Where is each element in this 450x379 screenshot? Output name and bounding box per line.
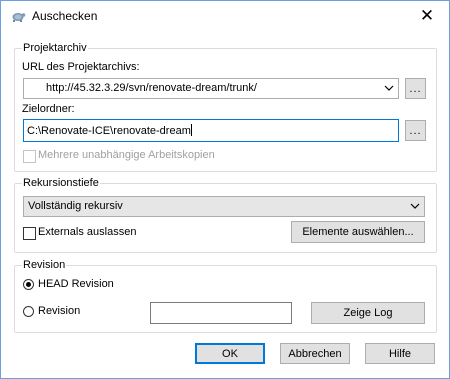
target-browse-label: ... bbox=[409, 124, 422, 137]
help-button[interactable]: Hilfe bbox=[365, 343, 435, 364]
chevron-down-icon[interactable] bbox=[383, 82, 395, 94]
close-icon: ✕ bbox=[419, 6, 435, 25]
chevron-down-icon[interactable] bbox=[409, 200, 421, 212]
depth-value: Vollständig rekursiv bbox=[28, 200, 123, 212]
revision-number-input[interactable] bbox=[150, 302, 292, 324]
target-folder-value: C:\Renovate-ICE\renovate-dream bbox=[27, 124, 192, 137]
target-browse-button[interactable]: ... bbox=[405, 120, 426, 141]
url-browse-button[interactable]: ... bbox=[405, 78, 426, 99]
show-log-label: Zeige Log bbox=[343, 307, 393, 319]
revision-group-label: Revision bbox=[22, 259, 67, 271]
url-label: URL des Projektarchivs: bbox=[22, 61, 140, 73]
help-label: Hilfe bbox=[388, 347, 411, 360]
revision-label: Revision bbox=[38, 305, 81, 317]
window-title: Auschecken bbox=[32, 9, 98, 23]
target-folder-label: Zielordner: bbox=[22, 103, 75, 115]
url-value: http://45.32.3.29/svn/renovate-dream/tru… bbox=[46, 82, 257, 94]
radio-selected-dot bbox=[26, 282, 31, 287]
choose-items-button[interactable]: Elemente auswählen... bbox=[291, 221, 425, 243]
show-log-button[interactable]: Zeige Log bbox=[311, 302, 425, 324]
text-caret bbox=[190, 124, 192, 136]
head-revision-radio[interactable] bbox=[23, 279, 34, 290]
url-combobox[interactable]: http://45.32.3.29/svn/renovate-dream/tru… bbox=[23, 78, 399, 99]
repository-group-label: Projektarchiv bbox=[22, 42, 88, 54]
title-bar: Auschecken ✕ bbox=[1, 1, 449, 31]
recursion-group-label: Rekursionstiefe bbox=[22, 177, 100, 189]
tortoisesvn-turtle-icon bbox=[12, 13, 26, 22]
close-button[interactable]: ✕ bbox=[405, 1, 449, 31]
omit-externals-checkbox[interactable] bbox=[23, 227, 36, 240]
checkout-dialog: Auschecken ✕ Projektarchiv URL des Proje… bbox=[0, 0, 450, 379]
target-folder-text: C:\Renovate-ICE\renovate-dream bbox=[27, 125, 191, 137]
omit-externals-label: Externals auslassen bbox=[38, 226, 137, 238]
independent-working-copies-checkbox[interactable] bbox=[23, 150, 36, 163]
revision-radio[interactable] bbox=[23, 306, 34, 317]
cancel-button[interactable]: Abbrechen bbox=[280, 343, 350, 364]
ok-button[interactable]: OK bbox=[195, 343, 265, 364]
head-revision-label: HEAD Revision bbox=[38, 278, 114, 290]
target-folder-input[interactable]: C:\Renovate-ICE\renovate-dream bbox=[23, 119, 399, 142]
independent-working-copies-label: Mehrere unabhängige Arbeitskopien bbox=[38, 149, 215, 161]
depth-combobox[interactable]: Vollständig rekursiv bbox=[23, 196, 425, 217]
choose-items-label: Elemente auswählen... bbox=[302, 226, 414, 238]
cancel-label: Abbrechen bbox=[288, 347, 342, 360]
url-browse-label: ... bbox=[409, 82, 422, 95]
ok-label: OK bbox=[222, 347, 238, 360]
